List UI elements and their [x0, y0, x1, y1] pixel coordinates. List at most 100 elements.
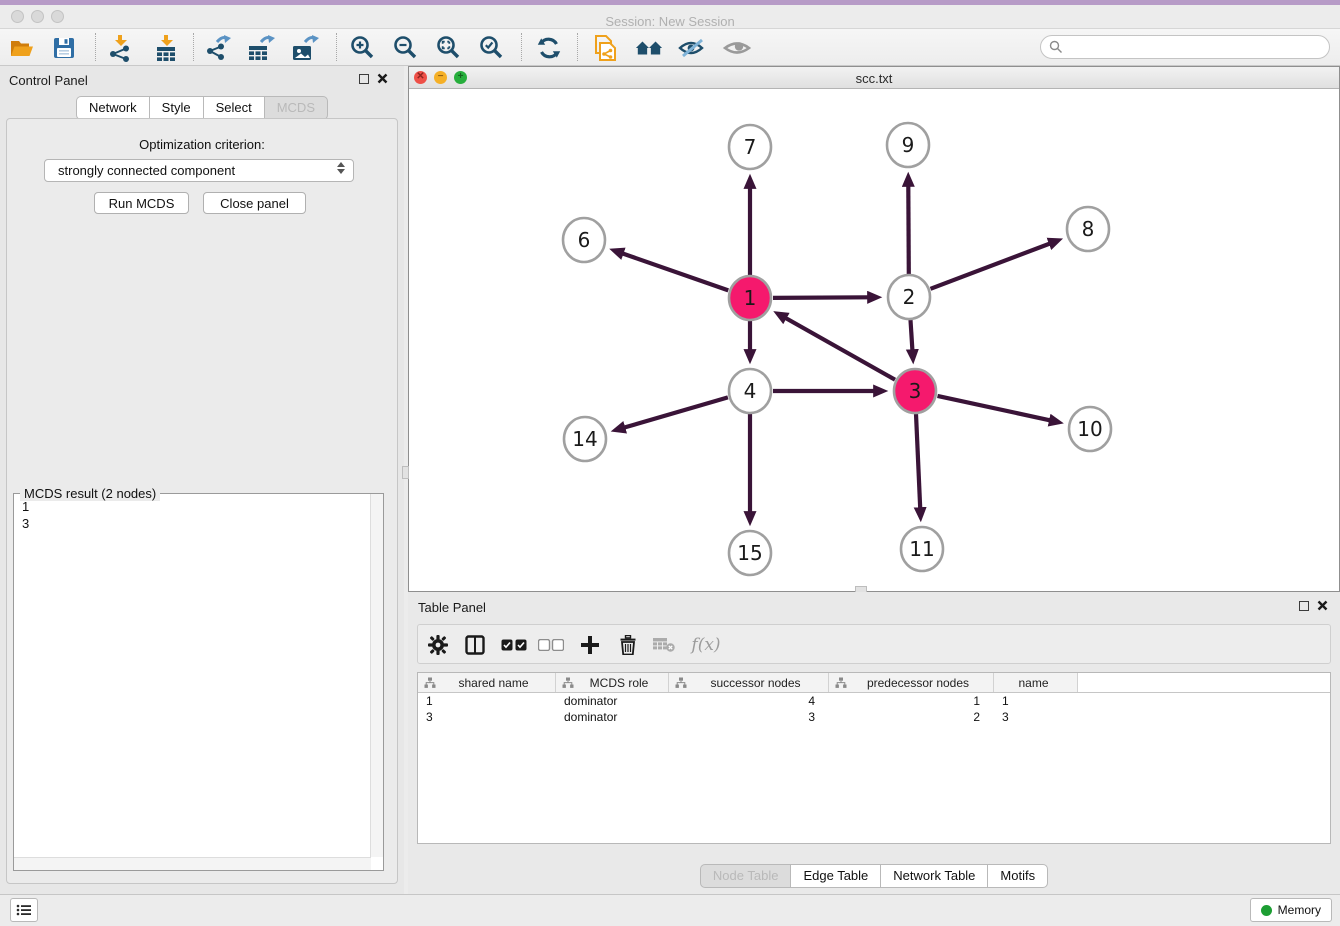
svg-text:7: 7	[744, 135, 757, 159]
cell-predecessor_nodes[interactable]: 2	[829, 709, 994, 725]
tab-edge-table[interactable]: Edge Table	[790, 864, 880, 888]
graph-node-9[interactable]: 9	[887, 123, 929, 167]
duplicate-network-icon[interactable]	[591, 34, 619, 62]
open-session-icon[interactable]	[8, 34, 36, 62]
table-row[interactable]: 3dominator323	[418, 709, 1330, 725]
cell-successor_nodes[interactable]: 3	[669, 709, 829, 725]
graph-edge-1-6[interactable]	[623, 254, 729, 291]
gear-icon[interactable]	[424, 631, 452, 659]
select-all-icon[interactable]	[500, 631, 528, 659]
cell-shared_name[interactable]: 3	[418, 709, 556, 725]
search-input[interactable]	[1040, 35, 1330, 59]
tab-network[interactable]: Network	[76, 96, 149, 120]
zoom-in-icon[interactable]	[349, 34, 377, 62]
column-header-predecessor-nodes[interactable]: predecessor nodes	[829, 673, 994, 692]
close-panel-icon[interactable]	[377, 73, 388, 84]
memory-button[interactable]: Memory	[1250, 898, 1332, 922]
cell-mcds_role[interactable]: dominator	[556, 709, 669, 725]
horizontal-scrollbar[interactable]	[14, 857, 371, 870]
mcds-result-values: 1 3	[22, 498, 29, 532]
float-panel-icon[interactable]	[359, 74, 369, 84]
zoom-fit-icon[interactable]	[435, 34, 463, 62]
tab-node-table[interactable]: Node Table	[700, 864, 791, 888]
save-session-icon[interactable]	[50, 34, 78, 62]
table-row[interactable]: 1dominator411	[418, 693, 1330, 709]
network-graph: 7 9 6 8 1 2 4 3 14 10 15 11	[409, 89, 1339, 591]
optimization-criterion-label: Optimization criterion:	[0, 137, 404, 152]
delete-column-icon[interactable]	[650, 631, 678, 659]
cell-mcds_role[interactable]: dominator	[556, 693, 669, 709]
export-image-icon[interactable]	[291, 34, 319, 62]
vertical-scrollbar[interactable]	[370, 494, 383, 857]
network-canvas[interactable]: 7 9 6 8 1 2 4 3 14 10 15 11	[409, 89, 1339, 591]
graph-edge-2-8[interactable]	[931, 244, 1050, 289]
graph-edge-3-10[interactable]	[938, 396, 1050, 420]
column-header-shared-name[interactable]: shared name	[418, 673, 556, 692]
network-window-titlebar[interactable]: ✕ − + scc.txt	[409, 67, 1339, 89]
vertical-splitter-handle[interactable]	[402, 466, 409, 479]
graph-node-7[interactable]: 7	[729, 125, 771, 169]
deselect-all-icon[interactable]	[537, 631, 565, 659]
graph-node-1[interactable]: 1	[729, 276, 771, 320]
graph-edge-2-9[interactable]	[908, 186, 909, 274]
optimization-criterion-select[interactable]: strongly connected component	[44, 159, 354, 182]
graph-node-15[interactable]: 15	[729, 531, 771, 575]
graph-node-6[interactable]: 6	[563, 218, 605, 262]
attribute-tree-icon	[835, 677, 847, 689]
import-table-icon[interactable]	[152, 34, 180, 62]
refresh-icon[interactable]	[535, 34, 563, 62]
cell-predecessor_nodes[interactable]: 1	[829, 693, 994, 709]
add-icon[interactable]	[576, 631, 604, 659]
svg-text:11: 11	[909, 537, 934, 561]
task-history-button[interactable]	[10, 898, 38, 922]
control-panel: Control Panel NetworkStyleSelectMCDS Opt…	[0, 66, 404, 894]
control-panel-header: Control Panel	[0, 66, 404, 94]
graph-node-14[interactable]: 14	[564, 417, 606, 461]
tab-style[interactable]: Style	[149, 96, 203, 120]
column-header-MCDS-role[interactable]: MCDS role	[556, 673, 669, 692]
graph-edge-2-3[interactable]	[911, 320, 913, 350]
graph-edge-1-2[interactable]	[773, 297, 868, 298]
tab-select[interactable]: Select	[203, 96, 264, 120]
application-window: Session: New Session	[0, 0, 1340, 926]
tab-network-table[interactable]: Network Table	[880, 864, 987, 888]
zoom-selected-icon[interactable]	[478, 34, 506, 62]
graph-edge-4-14[interactable]	[624, 397, 728, 427]
cell-shared_name[interactable]: 1	[418, 693, 556, 709]
column-header-name[interactable]: name	[994, 673, 1078, 692]
cell-successor_nodes[interactable]: 4	[669, 693, 829, 709]
node-table: shared nameMCDS rolesuccessor nodesprede…	[417, 672, 1331, 844]
export-network-icon[interactable]	[204, 34, 232, 62]
graph-edge-3-1[interactable]	[786, 318, 895, 380]
graph-node-2[interactable]: 2	[888, 275, 930, 319]
column-header-successor-nodes[interactable]: successor nodes	[669, 673, 829, 692]
graph-node-10[interactable]: 10	[1069, 407, 1111, 451]
close-table-panel-icon[interactable]	[1317, 600, 1328, 611]
close-panel-button[interactable]: Close panel	[203, 192, 306, 214]
zoom-out-icon[interactable]	[392, 34, 420, 62]
delete-icon[interactable]	[614, 631, 642, 659]
function-icon[interactable]: f(x)	[686, 631, 726, 659]
titlebar: Session: New Session	[0, 5, 1340, 29]
run-mcds-button[interactable]: Run MCDS	[94, 192, 189, 214]
svg-text:10: 10	[1077, 417, 1102, 441]
graph-node-4[interactable]: 4	[729, 369, 771, 413]
cell-name[interactable]: 1	[994, 693, 1078, 709]
graph-edge-3-11[interactable]	[916, 414, 920, 508]
columns-icon[interactable]	[461, 631, 489, 659]
import-network-icon[interactable]	[106, 34, 134, 62]
list-icon	[16, 903, 32, 917]
float-table-panel-icon[interactable]	[1299, 601, 1309, 611]
export-table-icon[interactable]	[247, 34, 275, 62]
hide-eye-icon[interactable]	[678, 34, 706, 62]
graph-node-11[interactable]: 11	[901, 527, 943, 571]
show-eye-icon[interactable]	[723, 34, 751, 62]
graph-node-8[interactable]: 8	[1067, 207, 1109, 251]
tab-motifs[interactable]: Motifs	[987, 864, 1048, 888]
svg-text:3: 3	[909, 379, 922, 403]
cell-name[interactable]: 3	[994, 709, 1078, 725]
control-panel-tabs: NetworkStyleSelectMCDS	[0, 96, 404, 120]
home-icon[interactable]	[635, 34, 663, 62]
tab-mcds[interactable]: MCDS	[264, 96, 328, 120]
graph-node-3[interactable]: 3	[894, 369, 936, 413]
